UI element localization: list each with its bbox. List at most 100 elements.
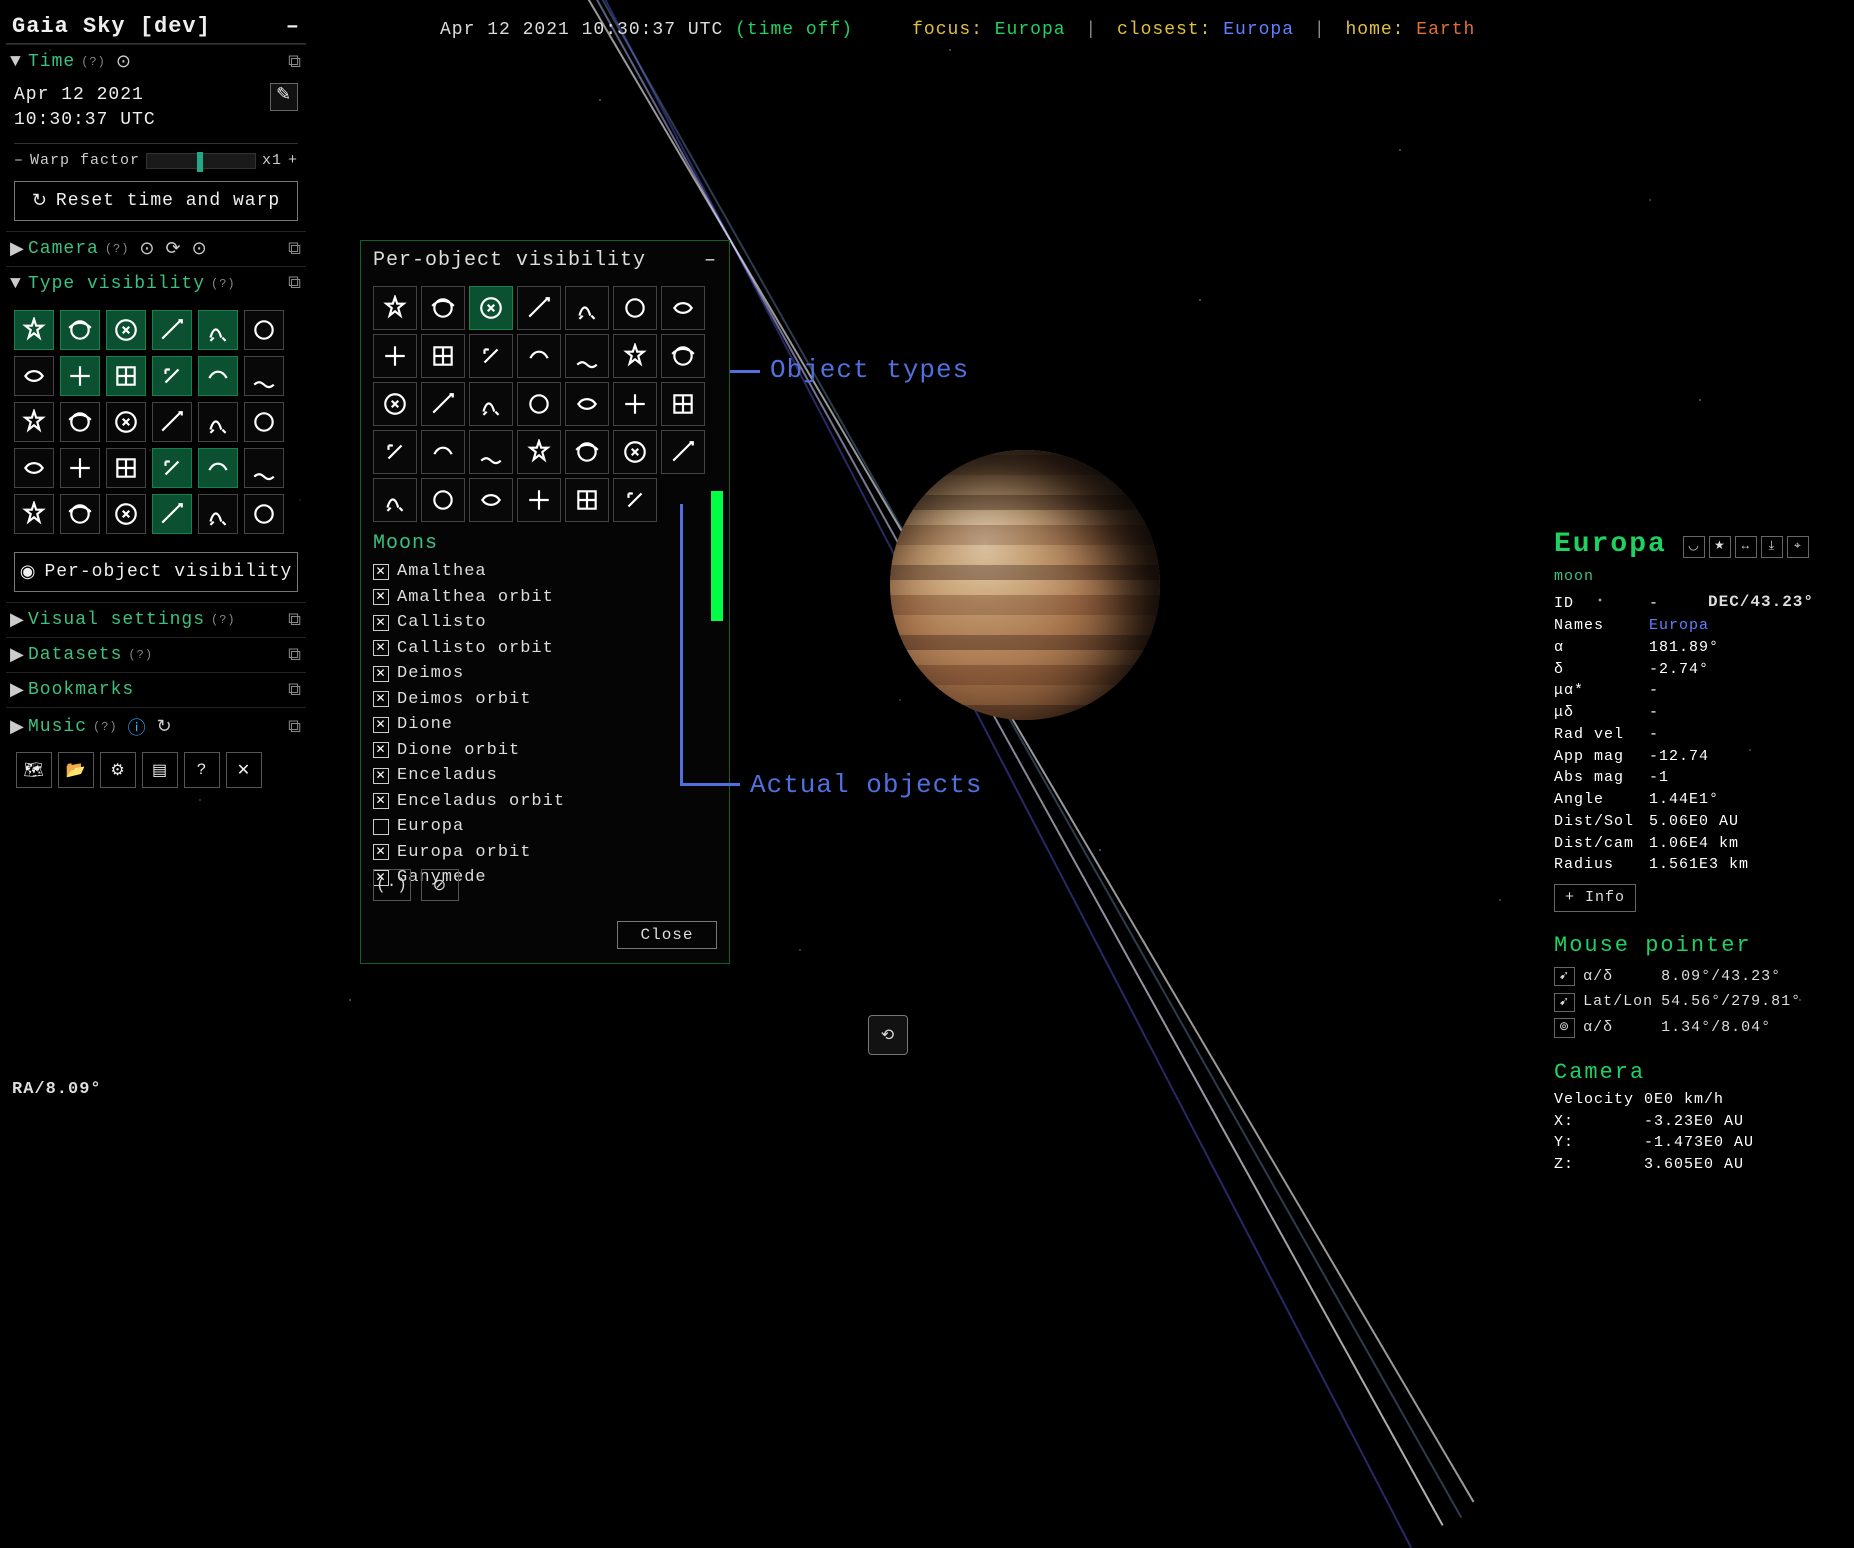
- popup-type-toggle[interactable]: [517, 382, 561, 426]
- popup-type-toggle[interactable]: [661, 286, 705, 330]
- moon-item[interactable]: Europa: [373, 814, 717, 840]
- refresh-icon[interactable]: ↻: [157, 716, 173, 738]
- mouse-badge[interactable]: ⊚: [1554, 1018, 1575, 1037]
- popup-type-toggle[interactable]: [373, 478, 417, 522]
- popup-type-toggle[interactable]: [613, 382, 657, 426]
- popup-type-toggle[interactable]: [373, 430, 417, 474]
- popout-icon[interactable]: ⧉: [288, 239, 302, 260]
- popup-type-toggle[interactable]: [613, 286, 657, 330]
- popout-icon[interactable]: ⧉: [288, 645, 302, 666]
- moon-list[interactable]: AmaltheaAmalthea orbitCallistoCallisto o…: [361, 559, 729, 859]
- type-toggle[interactable]: [244, 494, 284, 534]
- popup-type-toggle[interactable]: [469, 382, 513, 426]
- moon-checkbox[interactable]: [373, 742, 389, 758]
- visual-section-header[interactable]: ▶Visual settings (?) ⧉: [6, 602, 306, 637]
- type-toggle[interactable]: [14, 494, 54, 534]
- popup-type-toggle[interactable]: [421, 478, 465, 522]
- type-toggle[interactable]: [14, 310, 54, 350]
- select-all-button[interactable]: (·): [373, 869, 411, 901]
- popup-type-toggle[interactable]: [421, 382, 465, 426]
- help-icon[interactable]: (?): [211, 613, 236, 627]
- moon-checkbox[interactable]: [373, 717, 389, 733]
- type-toggle[interactable]: [244, 310, 284, 350]
- popup-type-toggle[interactable]: [373, 382, 417, 426]
- popup-type-toggle[interactable]: [661, 430, 705, 474]
- type-toggle[interactable]: [152, 310, 192, 350]
- type-toggle[interactable]: [14, 448, 54, 488]
- moon-item[interactable]: Deimos orbit: [373, 687, 717, 713]
- type-toggle[interactable]: [60, 494, 100, 534]
- bookmarks-section-header[interactable]: ▶Bookmarks ⧉: [6, 672, 306, 707]
- moon-item[interactable]: Callisto: [373, 610, 717, 636]
- obj-icon[interactable]: ⌖: [1787, 536, 1809, 558]
- moon-checkbox[interactable]: [373, 589, 389, 605]
- moon-checkbox[interactable]: [373, 793, 389, 809]
- warp-decrease[interactable]: –: [14, 152, 24, 169]
- type-toggle[interactable]: [60, 310, 100, 350]
- moon-checkbox[interactable]: [373, 640, 389, 656]
- popup-scrollbar[interactable]: [711, 491, 723, 621]
- popup-type-toggle[interactable]: [661, 382, 705, 426]
- music-section-header[interactable]: ▶Music (?) ⓘ ↻ ⧉: [6, 707, 306, 746]
- moon-checkbox[interactable]: [373, 691, 389, 707]
- type-toggle[interactable]: [152, 448, 192, 488]
- log-icon[interactable]: ▤: [142, 752, 178, 788]
- type-toggle[interactable]: [244, 448, 284, 488]
- popup-type-toggle[interactable]: [517, 286, 561, 330]
- popup-type-toggle[interactable]: [421, 286, 465, 330]
- popup-type-toggle[interactable]: [565, 382, 609, 426]
- obj-icon[interactable]: ↔: [1735, 536, 1757, 558]
- obj-icon[interactable]: ★: [1709, 536, 1731, 558]
- type-toggle[interactable]: [244, 356, 284, 396]
- type-toggle[interactable]: [198, 448, 238, 488]
- moon-item[interactable]: Dione: [373, 712, 717, 738]
- deselect-all-button[interactable]: ⊘: [421, 869, 459, 901]
- gear-icon[interactable]: ⚙: [100, 752, 136, 788]
- help-icon[interactable]: (?): [128, 648, 153, 662]
- moon-checkbox[interactable]: [373, 564, 389, 580]
- moon-checkbox[interactable]: [373, 819, 389, 835]
- popout-icon[interactable]: ⧉: [288, 273, 302, 294]
- per-object-visibility-button[interactable]: ◉ Per-object visibility: [14, 552, 298, 592]
- popup-type-toggle[interactable]: [613, 478, 657, 522]
- circle-icon[interactable]: ⊙: [139, 238, 155, 260]
- typevis-section-header[interactable]: ▼ Type visibility (?) ⧉: [6, 266, 306, 300]
- type-toggle[interactable]: [60, 356, 100, 396]
- popup-type-toggle[interactable]: [661, 334, 705, 378]
- popup-type-toggle[interactable]: [469, 286, 513, 330]
- folder-icon[interactable]: 📂: [58, 752, 94, 788]
- warp-increase[interactable]: +: [288, 152, 298, 169]
- moon-item[interactable]: Dione orbit: [373, 738, 717, 764]
- more-info-button[interactable]: + Info: [1554, 884, 1636, 912]
- popup-type-toggle[interactable]: [565, 334, 609, 378]
- recenter-button[interactable]: ⟲: [868, 1015, 908, 1055]
- warp-slider[interactable]: [146, 153, 256, 169]
- popup-type-toggle[interactable]: [565, 430, 609, 474]
- popup-type-toggle[interactable]: [517, 334, 561, 378]
- type-toggle[interactable]: [152, 402, 192, 442]
- help-icon[interactable]: (?): [81, 55, 106, 69]
- popup-type-toggle[interactable]: [373, 286, 417, 330]
- moon-checkbox[interactable]: [373, 844, 389, 860]
- type-toggle[interactable]: [152, 494, 192, 534]
- type-toggle[interactable]: [14, 402, 54, 442]
- mouse-badge[interactable]: ➹: [1554, 993, 1575, 1012]
- camera-section-header[interactable]: ▶ Camera (?) ⊙ ⟳ ⊙ ⧉: [6, 231, 306, 266]
- map-icon[interactable]: 🗺: [16, 752, 52, 788]
- popout-icon[interactable]: ⧉: [288, 680, 302, 701]
- popup-type-toggle[interactable]: [517, 478, 561, 522]
- moon-item[interactable]: Amalthea orbit: [373, 585, 717, 611]
- moon-item[interactable]: Callisto orbit: [373, 636, 717, 662]
- moon-checkbox[interactable]: [373, 615, 389, 631]
- popup-type-toggle[interactable]: [565, 286, 609, 330]
- moon-item[interactable]: Deimos: [373, 661, 717, 687]
- minimize-icon[interactable]: –: [286, 14, 300, 39]
- datasets-section-header[interactable]: ▶Datasets (?) ⧉: [6, 637, 306, 672]
- edit-time-button[interactable]: ✎: [270, 83, 298, 111]
- popup-close-button[interactable]: Close: [617, 921, 717, 949]
- type-toggle[interactable]: [14, 356, 54, 396]
- info-icon[interactable]: ⓘ: [128, 714, 147, 740]
- popout-icon[interactable]: ⧉: [288, 52, 302, 73]
- popup-type-toggle[interactable]: [469, 430, 513, 474]
- time-section-header[interactable]: ▼ Time (?) ⊙ ⧉: [6, 44, 306, 79]
